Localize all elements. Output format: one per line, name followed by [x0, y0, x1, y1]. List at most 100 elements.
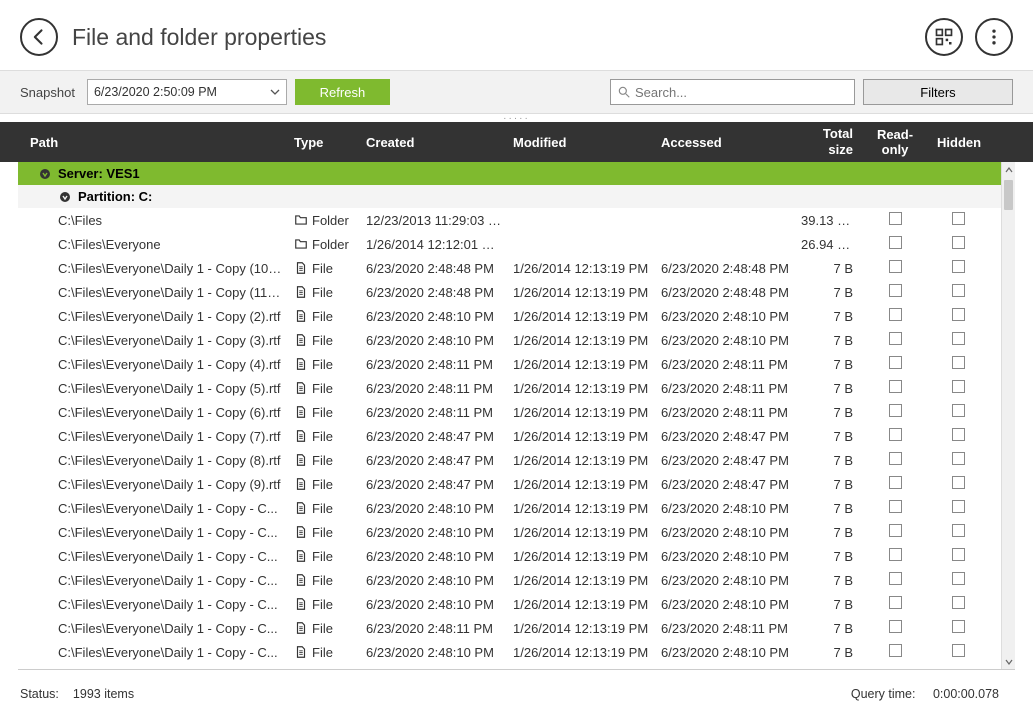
hidden-checkbox[interactable]	[952, 524, 965, 537]
hidden-checkbox[interactable]	[952, 356, 965, 369]
column-readonly[interactable]: Read-only	[859, 123, 931, 161]
table-row[interactable]: C:\Files\Everyone\Daily 1 - Copy - C...F…	[18, 640, 1001, 664]
column-created[interactable]: Created	[360, 131, 507, 154]
readonly-checkbox[interactable]	[889, 476, 902, 489]
readonly-checkbox[interactable]	[889, 404, 902, 417]
hidden-checkbox[interactable]	[952, 212, 965, 225]
column-accessed[interactable]: Accessed	[655, 131, 795, 154]
hidden-checkbox[interactable]	[952, 404, 965, 417]
qr-button[interactable]	[925, 18, 963, 56]
table-row[interactable]: C:\Files\Everyone\Daily 1 - Copy (11).rt…	[18, 280, 1001, 304]
hidden-checkbox[interactable]	[952, 644, 965, 657]
readonly-checkbox[interactable]	[889, 308, 902, 321]
table-row[interactable]: C:\Files\Everyone\Daily 1 - Copy (6).rtf…	[18, 400, 1001, 424]
readonly-checkbox[interactable]	[889, 428, 902, 441]
readonly-checkbox[interactable]	[889, 644, 902, 657]
readonly-checkbox[interactable]	[889, 236, 902, 249]
table-header: Path Type Created Modified Accessed Tota…	[0, 122, 1033, 162]
table-row[interactable]: C:\Files\Everyone\Daily 1 - Copy (2).rtf…	[18, 304, 1001, 328]
scroll-down-button[interactable]	[1002, 654, 1015, 670]
cell-hidden	[931, 428, 985, 444]
readonly-checkbox[interactable]	[889, 284, 902, 297]
hidden-checkbox[interactable]	[952, 452, 965, 465]
table-row[interactable]: C:\Files\Everyone\Daily 1 - Copy - C...F…	[18, 520, 1001, 544]
snapshot-select[interactable]: 6/23/2020 2:50:09 PM	[87, 79, 287, 105]
readonly-checkbox[interactable]	[889, 452, 902, 465]
hidden-checkbox[interactable]	[952, 236, 965, 249]
cell-size: 7 B	[795, 453, 859, 468]
table-row[interactable]: C:\Files\EveryoneFolder1/26/2014 12:12:0…	[18, 232, 1001, 256]
hidden-checkbox[interactable]	[952, 380, 965, 393]
table-row[interactable]: C:\Files\Everyone\Daily 1 - Copy - C...F…	[18, 592, 1001, 616]
cell-readonly	[859, 236, 931, 252]
table-row[interactable]: C:\Files\Everyone\Daily 1 - Copy (7).rtf…	[18, 424, 1001, 448]
cell-type: File	[288, 285, 360, 300]
search-box[interactable]	[610, 79, 855, 105]
cell-readonly	[859, 356, 931, 372]
column-type[interactable]: Type	[288, 131, 360, 154]
column-hidden[interactable]: Hidden	[931, 131, 985, 154]
cell-accessed: 6/23/2020 2:48:10 PM	[655, 333, 795, 348]
scroll-thumb[interactable]	[1004, 180, 1013, 210]
table-row[interactable]: C:\Files\Everyone\Daily 1 - Copy - C...F…	[18, 568, 1001, 592]
cell-size: 26.94 KB	[795, 237, 859, 252]
column-path[interactable]: Path	[18, 131, 288, 154]
back-button[interactable]	[20, 18, 58, 56]
controls-bar: Snapshot 6/23/2020 2:50:09 PM Refresh Fi…	[0, 70, 1033, 114]
cell-accessed: 6/23/2020 2:48:47 PM	[655, 453, 795, 468]
table-row[interactable]: C:\Files\Everyone\Daily 1 - Copy - C...F…	[18, 496, 1001, 520]
scrollbar[interactable]	[1001, 162, 1015, 670]
column-size[interactable]: Total size	[795, 122, 859, 161]
table-row[interactable]: C:\Files\Everyone\Daily 1 - Copy (5).rtf…	[18, 376, 1001, 400]
readonly-checkbox[interactable]	[889, 620, 902, 633]
hidden-checkbox[interactable]	[952, 596, 965, 609]
cell-created: 6/23/2020 2:48:11 PM	[360, 357, 507, 372]
readonly-checkbox[interactable]	[889, 572, 902, 585]
hidden-checkbox[interactable]	[952, 476, 965, 489]
hidden-checkbox[interactable]	[952, 428, 965, 441]
search-input[interactable]	[635, 85, 848, 100]
hidden-checkbox[interactable]	[952, 308, 965, 321]
table-row[interactable]: C:\FilesFolder12/23/2013 11:29:03 PM39.1…	[18, 208, 1001, 232]
table-row[interactable]: C:\Files\Everyone\Daily 1 - Copy (8).rtf…	[18, 448, 1001, 472]
cell-readonly	[859, 524, 931, 540]
hidden-checkbox[interactable]	[952, 284, 965, 297]
file-icon	[294, 501, 308, 515]
more-button[interactable]	[975, 18, 1013, 56]
cell-modified: 1/26/2014 12:13:19 PM	[507, 357, 655, 372]
readonly-checkbox[interactable]	[889, 332, 902, 345]
readonly-checkbox[interactable]	[889, 260, 902, 273]
hidden-checkbox[interactable]	[952, 332, 965, 345]
cell-modified: 1/26/2014 12:13:19 PM	[507, 549, 655, 564]
table-row[interactable]: C:\Files\Everyone\Daily 1 - Copy - C...F…	[18, 616, 1001, 640]
column-modified[interactable]: Modified	[507, 131, 655, 154]
readonly-checkbox[interactable]	[889, 356, 902, 369]
hidden-checkbox[interactable]	[952, 500, 965, 513]
readonly-checkbox[interactable]	[889, 212, 902, 225]
refresh-button[interactable]: Refresh	[295, 79, 390, 105]
table-row[interactable]: C:\Files\Everyone\Daily 1 - Copy (9).rtf…	[18, 472, 1001, 496]
hidden-checkbox[interactable]	[952, 548, 965, 561]
resize-handle[interactable]: ·····	[0, 114, 1033, 122]
readonly-checkbox[interactable]	[889, 524, 902, 537]
cell-readonly	[859, 212, 931, 228]
table-row[interactable]: C:\Files\Everyone\Daily 1 - Copy (3).rtf…	[18, 328, 1001, 352]
file-icon	[294, 453, 308, 467]
cell-created: 12/23/2013 11:29:03 PM	[360, 213, 507, 228]
readonly-checkbox[interactable]	[889, 380, 902, 393]
table-row[interactable]: C:\Files\Everyone\Daily 1 - Copy - C...F…	[18, 544, 1001, 568]
scroll-up-button[interactable]	[1002, 162, 1015, 178]
readonly-checkbox[interactable]	[889, 596, 902, 609]
hidden-checkbox[interactable]	[952, 572, 965, 585]
hidden-checkbox[interactable]	[952, 260, 965, 273]
group-server[interactable]: Server: VES1	[18, 162, 1001, 185]
table-row[interactable]: C:\Files\Everyone\Daily 1 - Copy (10).rt…	[18, 256, 1001, 280]
readonly-checkbox[interactable]	[889, 500, 902, 513]
cell-size: 7 B	[795, 333, 859, 348]
filters-button[interactable]: Filters	[863, 79, 1013, 105]
readonly-checkbox[interactable]	[889, 548, 902, 561]
cell-size: 7 B	[795, 405, 859, 420]
group-partition[interactable]: Partition: C:	[18, 185, 1001, 208]
table-row[interactable]: C:\Files\Everyone\Daily 1 - Copy (4).rtf…	[18, 352, 1001, 376]
hidden-checkbox[interactable]	[952, 620, 965, 633]
